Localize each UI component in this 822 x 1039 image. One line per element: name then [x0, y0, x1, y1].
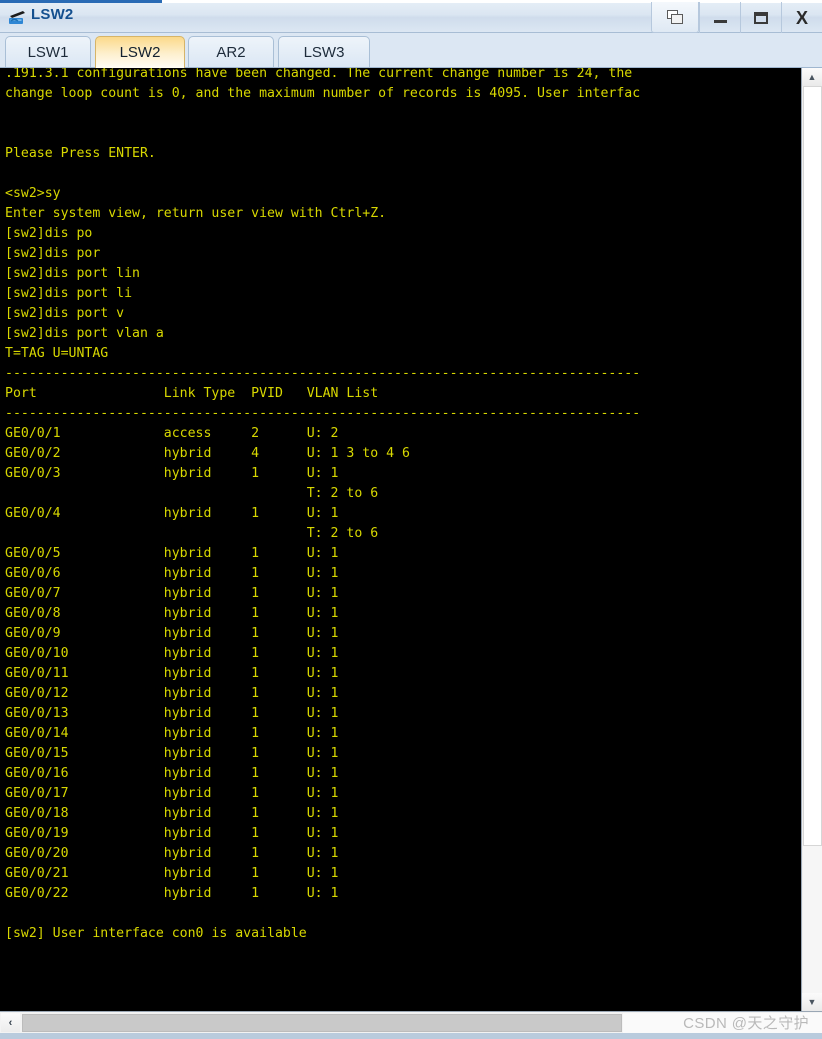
terminal-line: ----------------------------------------… [5, 366, 641, 381]
terminal-line: T: 2 to 6 [5, 526, 379, 541]
vertical-scrollbar-thumb[interactable] [803, 86, 822, 846]
terminal-line: Port Link Type PVID VLAN List [5, 386, 379, 401]
terminal-line: GE0/0/18 hybrid 1 U: 1 [5, 806, 339, 821]
title-bar-accent [0, 0, 162, 3]
terminal-line: GE0/0/19 hybrid 1 U: 1 [5, 826, 339, 841]
terminal-line: GE0/0/21 hybrid 1 U: 1 [5, 866, 339, 881]
terminal-line: GE0/0/7 hybrid 1 U: 1 [5, 586, 339, 601]
terminal-line: GE0/0/2 hybrid 4 U: 1 3 to 4 6 [5, 446, 410, 461]
terminal-line: Please Press ENTER. [5, 146, 156, 161]
terminal-line: GE0/0/12 hybrid 1 U: 1 [5, 686, 339, 701]
restore-icon [666, 9, 684, 25]
terminal-line: <sw2>sy [5, 186, 61, 201]
terminal-line: [sw2]dis port li [5, 286, 133, 301]
horizontal-scrollbar-thumb[interactable] [22, 1014, 622, 1032]
terminal-line: [sw2]dis por [5, 246, 101, 261]
minimize-icon [713, 20, 727, 23]
terminal-line: GE0/0/16 hybrid 1 U: 1 [5, 766, 339, 781]
terminal-line: T: 2 to 6 [5, 486, 379, 501]
terminal-line: GE0/0/14 hybrid 1 U: 1 [5, 726, 339, 741]
maximize-window-button[interactable] [740, 2, 781, 33]
horizontal-scrollbar-track[interactable] [623, 1013, 822, 1033]
terminal-area: .191.3.1 configurations have been change… [0, 68, 822, 1011]
tab-lsw2[interactable]: LSW2 [95, 36, 185, 68]
scroll-up-icon[interactable]: ▲ [802, 68, 822, 86]
tab-label: LSW1 [27, 43, 69, 61]
tab-ar2[interactable]: AR2 [188, 36, 274, 67]
terminal-line: GE0/0/9 hybrid 1 U: 1 [5, 626, 339, 641]
terminal-line: GE0/0/11 hybrid 1 U: 1 [5, 666, 339, 681]
terminal-line: Enter system view, return user view with… [5, 206, 387, 221]
switch-icon [7, 7, 27, 27]
terminal-output[interactable]: .191.3.1 configurations have been change… [0, 68, 800, 1011]
window-title: LSW2 [31, 6, 74, 23]
vertical-scrollbar-track[interactable] [803, 846, 822, 993]
device-tab-bar: LSW1 LSW2 AR2 LSW3 [0, 33, 822, 68]
terminal-line: GE0/0/15 hybrid 1 U: 1 [5, 746, 339, 761]
tab-label: LSW3 [303, 43, 345, 61]
window-controls: X [651, 2, 822, 33]
terminal-line: GE0/0/5 hybrid 1 U: 1 [5, 546, 339, 561]
terminal-line: GE0/0/1 access 2 U: 2 [5, 426, 339, 441]
horizontal-scrollbar[interactable]: ‹ [0, 1011, 822, 1033]
title-bar: LSW2 X [0, 0, 822, 33]
close-icon: X [795, 7, 808, 28]
terminal-line: GE0/0/17 hybrid 1 U: 1 [5, 786, 339, 801]
terminal-line: GE0/0/8 hybrid 1 U: 1 [5, 606, 339, 621]
vertical-scrollbar[interactable]: ▲ ▼ [801, 68, 822, 1011]
restore-window-button[interactable] [651, 2, 699, 33]
close-window-button[interactable]: X [781, 2, 822, 33]
window-bottom-edge [0, 1033, 822, 1039]
terminal-line: [sw2]dis po [5, 226, 93, 241]
maximize-icon [754, 11, 768, 24]
minimize-window-button[interactable] [699, 2, 740, 33]
terminal-line: T=TAG U=UNTAG [5, 346, 109, 361]
terminal-line: [sw2] User interface con0 is available [5, 926, 307, 941]
terminal-line: GE0/0/22 hybrid 1 U: 1 [5, 886, 339, 901]
terminal-line: GE0/0/4 hybrid 1 U: 1 [5, 506, 339, 521]
tab-lsw1[interactable]: LSW1 [5, 36, 91, 67]
terminal-line: GE0/0/6 hybrid 1 U: 1 [5, 566, 339, 581]
tab-label: LSW2 [119, 44, 161, 61]
terminal-line: [sw2]dis port lin [5, 266, 140, 281]
terminal-line: GE0/0/13 hybrid 1 U: 1 [5, 706, 339, 721]
tab-lsw3[interactable]: LSW3 [278, 36, 370, 67]
tab-label: AR2 [216, 43, 246, 61]
terminal-line: [sw2]dis port v [5, 306, 125, 321]
scroll-down-icon[interactable]: ▼ [802, 993, 822, 1011]
terminal-line: GE0/0/20 hybrid 1 U: 1 [5, 846, 339, 861]
terminal-line: ----------------------------------------… [5, 406, 641, 421]
terminal-line: GE0/0/10 hybrid 1 U: 1 [5, 646, 339, 661]
terminal-line: GE0/0/3 hybrid 1 U: 1 [5, 466, 339, 481]
terminal-line: .191.3.1 configurations have been change… [5, 68, 633, 81]
terminal-line: change loop count is 0, and the maximum … [5, 86, 641, 101]
emulator-window: LSW2 X LSW1 LSW2 AR2 LSW3 .191.3.1 confi… [0, 0, 822, 1039]
scroll-left-icon[interactable]: ‹ [1, 1013, 20, 1032]
terminal-line: [sw2]dis port vlan a [5, 326, 164, 341]
